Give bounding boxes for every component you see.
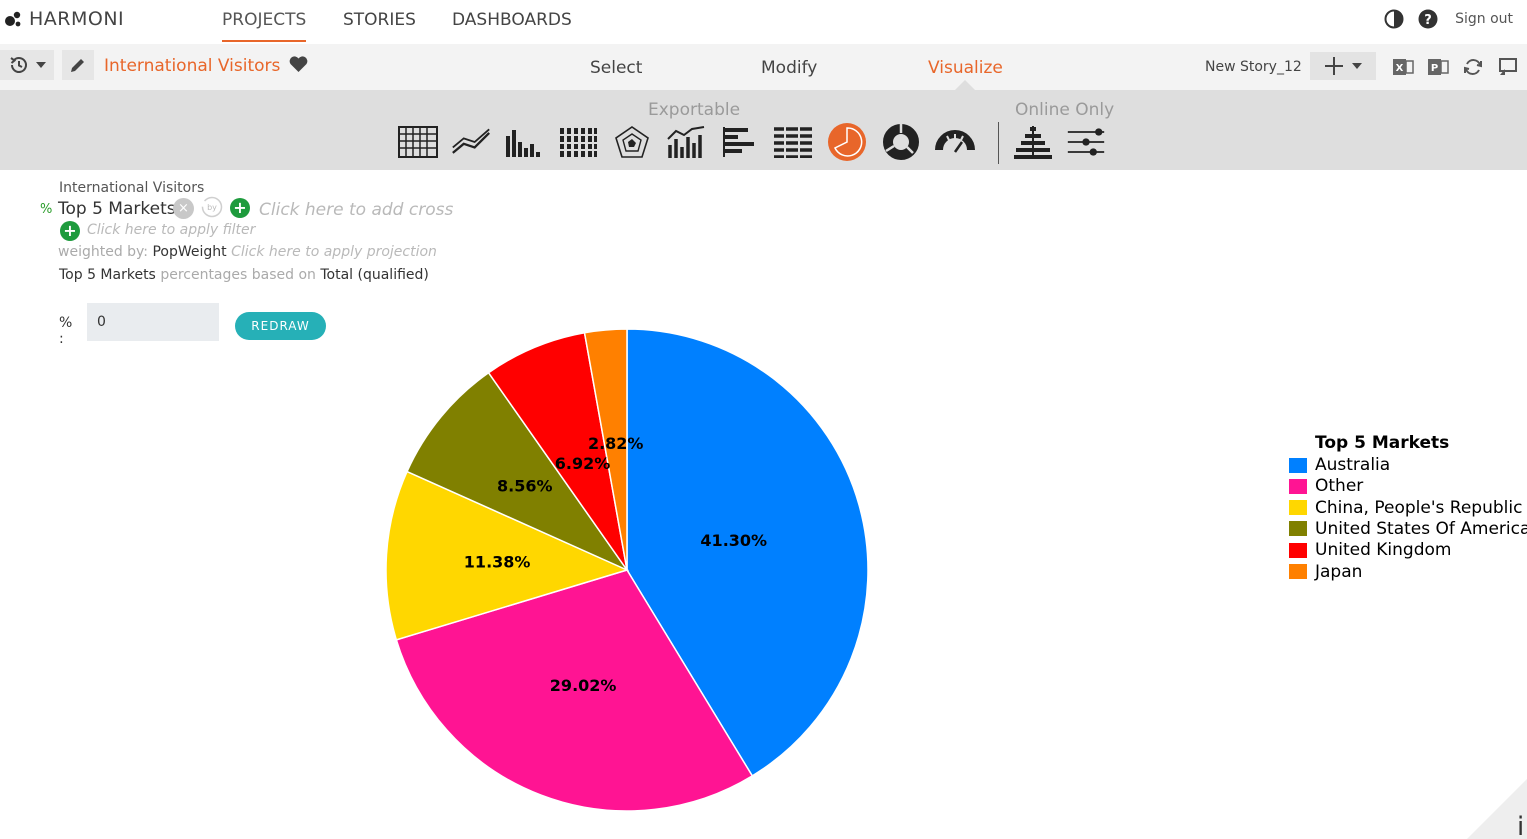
legend-label: United States Of America xyxy=(1315,518,1527,539)
legend-item[interactable]: United Kingdom xyxy=(1289,540,1451,560)
info-corner-label: i xyxy=(1517,812,1524,839)
legend-swatch xyxy=(1289,500,1307,516)
legend-item[interactable]: Other xyxy=(1289,476,1363,496)
legend-label: United Kingdom xyxy=(1315,540,1452,561)
legend-swatch xyxy=(1289,542,1307,558)
slice-value-label: 2.82% xyxy=(588,434,644,453)
slice-value-label: 6.92% xyxy=(555,454,611,473)
slice-value-label: 8.56% xyxy=(497,477,553,496)
pie-chart: 41.30% 29.02% 11.38% 8.56%6.92%2.82% xyxy=(385,328,869,812)
legend-title: Top 5 Markets xyxy=(1315,433,1450,453)
legend-item[interactable]: Australia xyxy=(1289,455,1390,475)
legend-label: Other xyxy=(1315,476,1364,497)
legend-swatch xyxy=(1289,521,1307,537)
legend-item[interactable]: United States Of America xyxy=(1289,519,1527,539)
slice-value-label: 41.30% xyxy=(700,531,767,550)
info-corner[interactable]: i xyxy=(1467,779,1527,839)
legend-swatch xyxy=(1289,457,1307,473)
legend-label: Japan xyxy=(1315,561,1363,582)
legend-label: Australia xyxy=(1315,455,1391,475)
legend-swatch xyxy=(1289,564,1307,579)
legend-item[interactable]: Japan xyxy=(1289,562,1362,582)
legend-item[interactable]: China, People's Republic Of xyxy=(1289,498,1527,518)
slice-value-label: 11.38% xyxy=(464,553,531,572)
slice-value-label: 29.02% xyxy=(550,676,617,695)
legend-swatch xyxy=(1289,478,1307,494)
legend-label: China, People's Republic Of xyxy=(1315,497,1527,518)
